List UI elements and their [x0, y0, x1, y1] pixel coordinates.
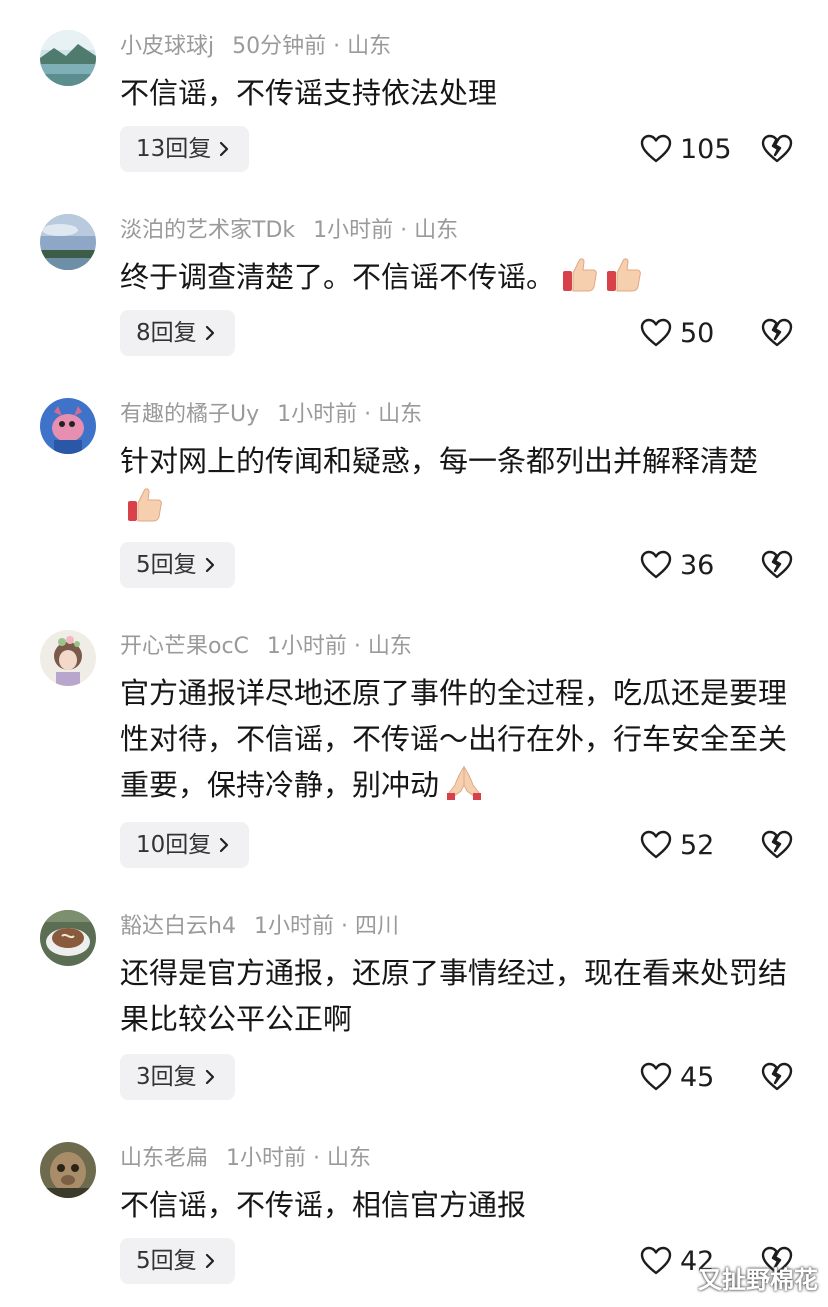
broken-heart-icon [761, 134, 793, 163]
chevron-right-icon [205, 1253, 214, 1269]
heart-icon [640, 550, 672, 579]
username[interactable]: 小皮球球j [120, 34, 214, 59]
replies-button[interactable]: 3回复 [120, 1054, 235, 1100]
comment-meta: 山东老扁 1小时前 · 山东 [120, 1144, 371, 1174]
heart-icon [640, 1246, 672, 1275]
comment-text: 终于调查清楚了。不信谣不传谣。 [120, 254, 790, 300]
chevron-right-icon [205, 1069, 214, 1085]
heart-icon [640, 134, 672, 163]
comment-meta: 有趣的橘子Uy 1小时前 · 山东 [120, 400, 422, 430]
comment-text: 还得是官方通报，还原了事情经过，现在看来处罚结果比较公平公正啊 [120, 950, 790, 1042]
dislike-button[interactable] [760, 822, 794, 868]
folded-hands-emoji-icon [447, 765, 482, 800]
location: 山东 [414, 218, 459, 243]
comment-meta: 小皮球球j 50分钟前 · 山东 [120, 32, 391, 62]
location: 山东 [327, 1146, 372, 1171]
timestamp: 1小时前 [226, 1146, 307, 1171]
heart-icon [640, 830, 672, 859]
like-button[interactable]: 52 [640, 822, 714, 868]
comment-list: 小皮球球j 50分钟前 · 山东 不信谣，不传谣支持依法处理 13回复 105 淡… [0, 0, 828, 1307]
like-count: 50 [680, 317, 715, 349]
comment-body: 不信谣，不传谣支持依法处理 [120, 76, 498, 110]
avatar[interactable] [40, 214, 96, 270]
like-button[interactable]: 45 [640, 1054, 714, 1100]
timestamp: 50分钟前 [232, 34, 327, 59]
replies-label: 3回复 [136, 1064, 197, 1090]
avatar[interactable] [40, 398, 96, 454]
replies-button[interactable]: 5回复 [120, 542, 235, 588]
dislike-button[interactable] [760, 1054, 794, 1100]
comment-meta: 开心芒果ocC 1小时前 · 山东 [120, 632, 412, 662]
thumbs-up-emoji-icon [563, 258, 597, 292]
broken-heart-icon [761, 1062, 793, 1091]
like-button[interactable]: 36 [640, 542, 714, 588]
replies-button[interactable]: 8回复 [120, 310, 235, 356]
broken-heart-icon [761, 550, 793, 579]
like-count: 45 [680, 1061, 715, 1093]
avatar[interactable] [40, 630, 96, 686]
replies-label: 5回复 [136, 552, 197, 578]
like-count: 105 [680, 133, 732, 165]
broken-heart-icon [761, 830, 793, 859]
like-count: 52 [680, 829, 715, 861]
separator-dot: · [313, 1146, 321, 1171]
timestamp: 1小时前 [266, 634, 347, 659]
like-button[interactable]: 50 [640, 310, 714, 356]
separator-dot: · [340, 914, 348, 939]
chevron-right-icon [205, 325, 214, 341]
avatar[interactable] [40, 910, 96, 966]
separator-dot: · [333, 34, 341, 59]
location: 山东 [367, 634, 412, 659]
dislike-button[interactable] [760, 126, 794, 172]
timestamp: 1小时前 [277, 402, 358, 427]
separator-dot: · [364, 402, 372, 427]
comment-body: 还得是官方通报，还原了事情经过，现在看来处罚结果比较公平公正啊 [120, 956, 788, 1036]
timestamp: 1小时前 [253, 914, 334, 939]
chevron-right-icon [220, 837, 229, 853]
avatar[interactable] [40, 30, 96, 86]
comment-text: 不信谣，不传谣支持依法处理 [120, 70, 790, 116]
replies-button[interactable]: 10回复 [120, 822, 250, 868]
username[interactable]: 开心芒果ocC [120, 634, 249, 659]
comment-text: 针对网上的传闻和疑惑，每一条都列出并解释清楚 [120, 438, 790, 530]
timestamp: 1小时前 [313, 218, 394, 243]
thumbs-up-emoji-icon [128, 488, 162, 522]
location: 山东 [378, 402, 423, 427]
replies-label: 8回复 [136, 320, 197, 346]
thumbs-up-emoji-icon [607, 258, 641, 292]
username[interactable]: 有趣的橘子Uy [120, 402, 259, 427]
username[interactable]: 豁达白云h4 [120, 914, 236, 939]
separator-dot: · [353, 634, 361, 659]
watermark: 又扯野棉花 [698, 1266, 818, 1294]
replies-label: 5回复 [136, 1248, 197, 1274]
heart-icon [640, 318, 672, 347]
username[interactable]: 淡泊的艺术家TDk [120, 218, 295, 243]
replies-button[interactable]: 5回复 [120, 1238, 235, 1284]
avatar[interactable] [40, 1142, 96, 1198]
comment-meta: 淡泊的艺术家TDk 1小时前 · 山东 [120, 216, 458, 246]
chevron-right-icon [205, 557, 214, 573]
replies-label: 10回复 [136, 832, 212, 858]
replies-label: 13回复 [136, 136, 212, 162]
replies-button[interactable]: 13回复 [120, 126, 250, 172]
heart-icon [640, 1062, 672, 1091]
separator-dot: · [400, 218, 408, 243]
like-button[interactable]: 105 [640, 126, 732, 172]
comment-body: 不信谣，不传谣，相信官方通报 [120, 1188, 527, 1222]
comment-text: 官方通报详尽地还原了事件的全过程，吃瓜还是要理性对待，不信谣，不传谣～出行在外，… [120, 670, 790, 808]
comment-text: 不信谣，不传谣，相信官方通报 [120, 1182, 790, 1228]
comment-body: 针对网上的传闻和疑惑，每一条都列出并解释清楚 [120, 444, 759, 478]
comment-body: 终于调查清楚了。不信谣不传谣。 [120, 260, 556, 294]
chevron-right-icon [220, 141, 229, 157]
location: 四川 [354, 914, 399, 939]
dislike-button[interactable] [760, 310, 794, 356]
username[interactable]: 山东老扁 [120, 1146, 208, 1171]
comment-meta: 豁达白云h4 1小时前 · 四川 [120, 912, 399, 942]
location: 山东 [347, 34, 392, 59]
like-count: 36 [680, 549, 715, 581]
dislike-button[interactable] [760, 542, 794, 588]
broken-heart-icon [761, 318, 793, 347]
